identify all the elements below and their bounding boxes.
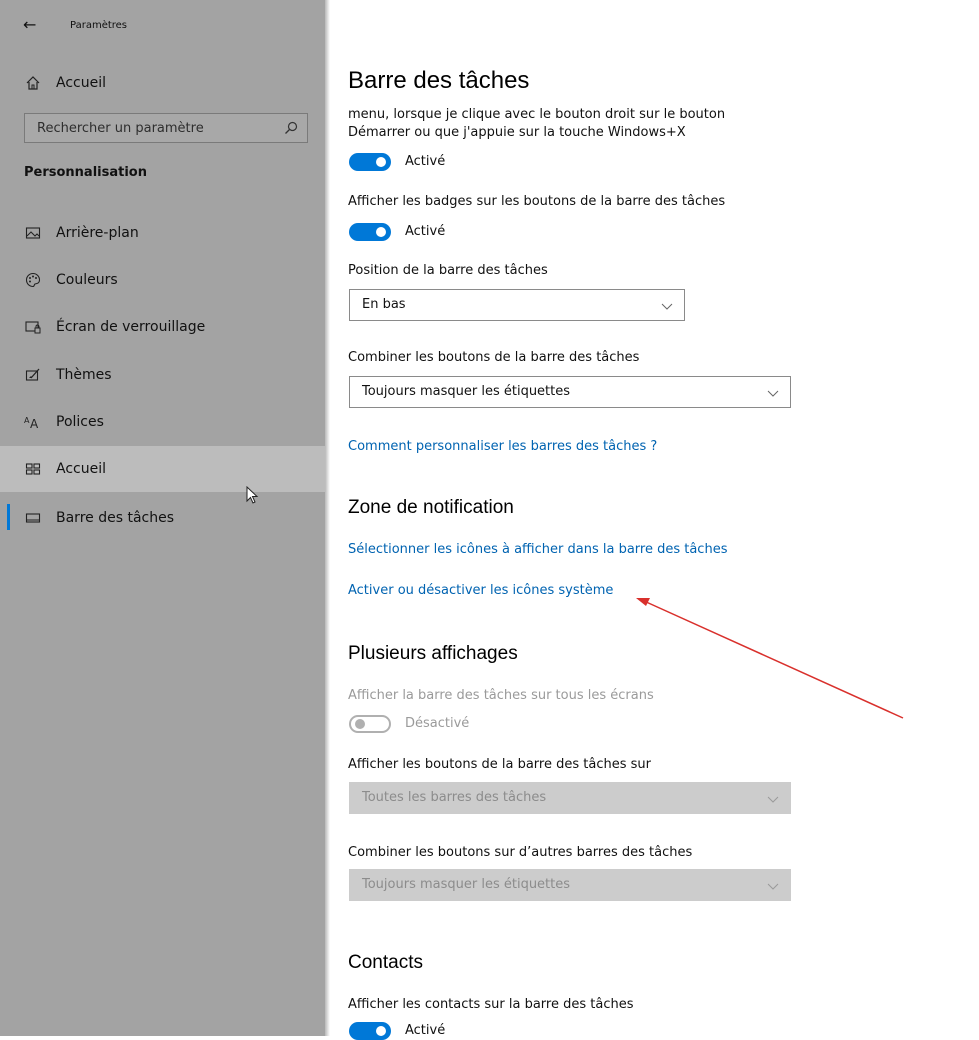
position-label: Position de la barre des tâches [348,263,548,278]
sidebar-item-label: Accueil [56,75,106,91]
chevron-down-icon [766,385,780,399]
back-arrow-icon[interactable]: ← [23,16,36,34]
sidebar-item-start[interactable]: Accueil [0,446,325,492]
sidebar-item-lockscreen[interactable]: Écran de verrouillage [0,304,325,350]
sidebar-item-label: Accueil [56,461,106,477]
all-screens-toggle-state: Désactivé [405,716,470,731]
sidebar-item-home[interactable]: Accueil [0,60,325,106]
combine-select[interactable]: Toujours masquer les étiquettes [349,376,791,408]
start-icon [24,460,42,478]
help-link[interactable]: Comment personnaliser les barres des tâc… [348,439,657,454]
combine-other-label: Combiner les boutons sur d’autres barres… [348,845,693,860]
sidebar-item-themes[interactable]: Thèmes [0,352,325,398]
sidebar-item-label: Thèmes [56,367,112,383]
sidebar: ← Paramètres Accueil Rechercher un param… [0,0,325,1036]
picture-icon [24,224,42,242]
sidebar-item-label: Arrière-plan [56,225,139,241]
system-icons-link[interactable]: Activer ou désactiver les icônes système [348,583,613,598]
section-heading: Personnalisation [24,165,147,180]
palette-icon [24,271,42,289]
home-icon [24,74,42,92]
toggle-knob [355,719,365,729]
combine-other-select[interactable]: Toujours masquer les étiquettes [349,869,791,901]
jumplist-description-line1: menu, lorsque je clique avec le bouton d… [348,107,726,122]
all-screens-label: Afficher la barre des tâches sur tous le… [348,688,654,703]
buttons-on-select-value: Toutes les barres des tâches [362,790,547,805]
jumplist-toggle-state: Activé [405,154,446,169]
all-screens-toggle[interactable] [349,715,391,733]
svg-text:A: A [30,417,39,430]
lockscreen-icon [24,318,42,336]
buttons-on-label: Afficher les boutons de la barre des tâc… [348,757,651,772]
sidebar-item-fonts[interactable]: AA Polices [0,399,325,445]
select-icons-link[interactable]: Sélectionner les icônes à afficher dans … [348,542,727,557]
badges-toggle-state: Activé [405,224,446,239]
chevron-down-icon [660,298,674,312]
title-bar: ← Paramètres [0,0,325,52]
sidebar-item-label: Couleurs [56,272,118,288]
sidebar-item-label: Barre des tâches [56,510,174,526]
search-placeholder: Rechercher un paramètre [37,121,204,136]
toggle-knob [376,157,386,167]
toggle-knob [376,1026,386,1036]
chevron-down-icon [766,791,780,805]
position-select[interactable]: En bas [349,289,685,321]
combine-other-select-value: Toujours masquer les étiquettes [362,877,571,892]
chevron-down-icon [766,878,780,892]
combine-select-value: Toujours masquer les étiquettes [362,384,571,399]
fonts-icon: AA [24,413,42,431]
position-select-value: En bas [362,297,406,312]
contacts-heading: Contacts [348,952,423,973]
contacts-toggle[interactable] [349,1022,391,1040]
multiple-displays-heading: Plusieurs affichages [348,643,518,664]
contacts-label: Afficher les contacts sur la barre des t… [348,997,634,1012]
sidebar-item-label: Polices [56,414,104,430]
selection-indicator [7,504,10,530]
badges-toggle[interactable] [349,223,391,241]
notification-area-heading: Zone de notification [348,497,514,518]
jumplist-description-line2: Démarrer ou que j'appuie sur la touche W… [348,125,686,140]
badges-label: Afficher les badges sur les boutons de l… [348,194,726,209]
buttons-on-select[interactable]: Toutes les barres des tâches [349,782,791,814]
search-input[interactable]: Rechercher un paramètre [24,113,308,143]
page-title: Barre des tâches [348,67,530,94]
combine-label: Combiner les boutons de la barre des tâc… [348,350,640,365]
search-icon[interactable] [283,120,299,136]
taskbar-icon [24,509,42,527]
sidebar-item-label: Écran de verrouillage [56,319,206,335]
toggle-knob [376,227,386,237]
sidebar-item-background[interactable]: Arrière-plan [0,210,325,256]
sidebar-item-colors[interactable]: Couleurs [0,257,325,303]
themes-icon [24,366,42,384]
window-title: Paramètres [70,20,128,31]
sidebar-divider [325,0,330,1036]
mouse-cursor-icon [246,485,260,510]
sidebar-item-taskbar[interactable]: Barre des tâches [0,495,325,541]
jumplist-toggle[interactable] [349,153,391,171]
